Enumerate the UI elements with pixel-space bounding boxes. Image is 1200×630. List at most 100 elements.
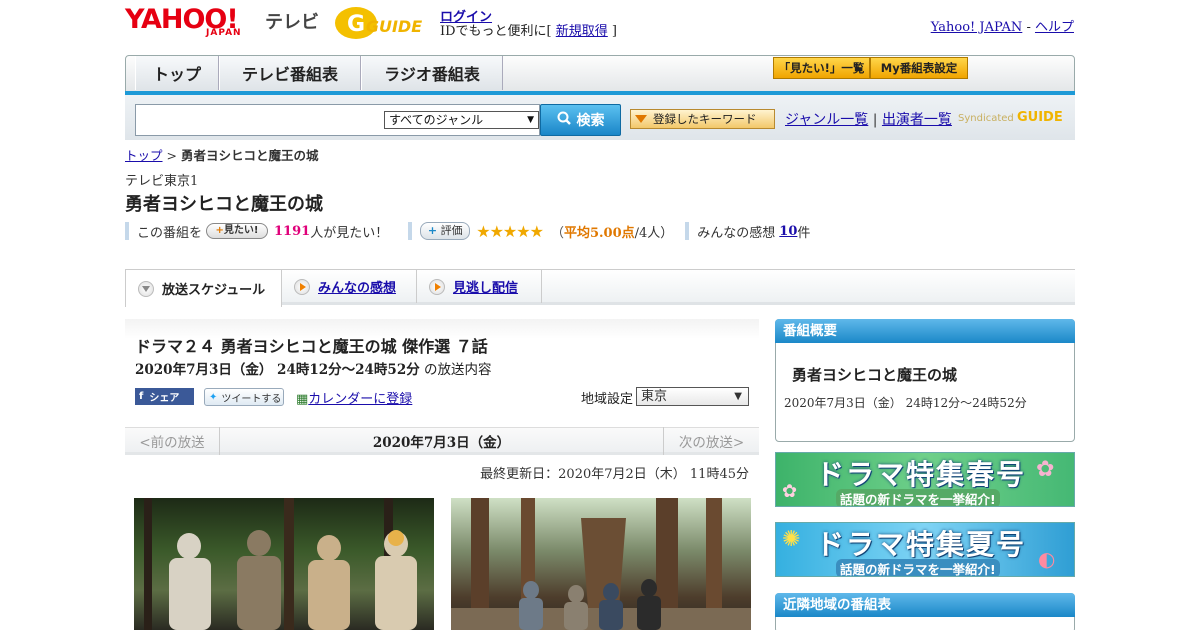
flower-icon: ✿ [782, 481, 798, 502]
login-prefix: IDでもっと便利に[ [440, 24, 556, 39]
plus-icon: + [215, 225, 224, 236]
keyword-button[interactable]: 登録したキーワード [630, 109, 775, 129]
yahoo-japan-link[interactable]: Yahoo! JAPAN [931, 20, 1023, 35]
reviews-prefix: みんなの感想 [697, 225, 776, 241]
tab-reviews[interactable]: みんなの感想 [282, 270, 417, 303]
yahoo-logo-japan: JAPAN [206, 28, 242, 38]
search-icon [557, 111, 571, 129]
drama-spring-banner[interactable]: ✿ ✿ ドラマ特集春号 話題の新ドラマを一挙紹介! [775, 452, 1075, 507]
rating-button-label: 評価 [440, 224, 463, 237]
region-label: 地域設定 [581, 392, 634, 407]
program-summary-title: 勇者ヨシヒコと魔王の城 [792, 366, 958, 384]
drama-summer-banner[interactable]: ✺ ◐ ドラマ特集夏号 話題の新ドラマを一挙紹介! [775, 522, 1075, 577]
tab-reviews-label: みんなの感想 [318, 281, 397, 296]
calendar-icon: ▦ [296, 392, 309, 407]
syndicated-label: Syndicated [958, 113, 1014, 124]
breadcrumb-top-link[interactable]: トップ [125, 148, 163, 163]
program-summary-heading: 番組概要 [775, 319, 1075, 343]
cast-list-link[interactable]: 出演者一覧 [882, 112, 952, 128]
chevron-down-icon: ▼ [527, 115, 534, 125]
gguide-logo[interactable]: G GUIDE [334, 6, 430, 40]
nearby-schedule-heading: 近隣地域の番組表 [775, 593, 1075, 617]
twitter-icon: ✦ [209, 391, 218, 403]
next-broadcast-link[interactable]: 次の放送> [663, 427, 759, 455]
mitai-count: 1191 [274, 223, 311, 239]
episode-datetime: 2020年7月3日（金） 24時12分～24時52分 の放送内容 [135, 358, 492, 378]
search-button[interactable]: 検索 [540, 104, 621, 136]
mitai-suffix: 人が見たい！ [310, 225, 389, 241]
mitai-button[interactable]: +見たい! [206, 223, 269, 239]
flower-icon: ✿ [1036, 457, 1055, 482]
register-link[interactable]: 新規取得 [556, 24, 608, 39]
syndicated-gguide: Syndicated GUIDE [958, 110, 1063, 125]
tweet-label: ツイートする [221, 393, 282, 405]
calendar-register[interactable]: ▦カレンダーに登録 [296, 388, 412, 407]
mitai-prefix: この番組を [137, 225, 203, 241]
play-icon [294, 278, 310, 295]
plus-icon: + [427, 224, 438, 237]
genre-list-link[interactable]: ジャンル一覧 [785, 112, 868, 128]
fan-icon: ◐ [1038, 547, 1056, 571]
drama-summer-banner-sub: 話題の新ドラマを一挙紹介! [836, 559, 1000, 576]
rating-people: /4人） [634, 225, 674, 241]
rating-stars: ★★★★★ [476, 221, 544, 241]
nav-tab-top[interactable]: トップ [135, 56, 219, 90]
drama-spring-banner-title: ドラマ特集春号 [816, 458, 1027, 491]
rating-open: （ [550, 225, 564, 241]
calendar-link[interactable]: カレンダーに登録 [308, 392, 412, 407]
meta-divider [408, 222, 413, 240]
prev-broadcast-link[interactable]: <前の放送 [125, 427, 220, 455]
facebook-share-button[interactable]: f シェア [135, 388, 194, 405]
tweet-button[interactable]: ✦ ツイートする [204, 388, 284, 406]
gguide-logo-text: GUIDE [366, 17, 422, 36]
station-name: テレビ東京1 [125, 174, 199, 189]
search-links-divider: | [868, 112, 882, 128]
sun-icon: ✺ [782, 527, 801, 552]
breadcrumb: トップ > 勇者ヨシヒコと魔王の城 [125, 145, 318, 164]
mitai-button-label: 見たい! [223, 225, 259, 236]
tab-stream[interactable]: 見逃し配信 [417, 270, 542, 303]
nav-tab-radio-schedule[interactable]: ラジオ番組表 [361, 56, 503, 90]
mitai-list-button[interactable]: 「見たい!」一覧 [773, 57, 870, 79]
facebook-icon: f [139, 391, 144, 402]
episode-datetime-suffix: の放送内容 [424, 362, 492, 378]
tab-schedule-label: 放送スケジュール [162, 283, 266, 298]
region-select[interactable]: 東京 ▼ [636, 387, 749, 406]
top-links-separator: - [1022, 20, 1035, 35]
login-suffix: ] [607, 24, 617, 39]
top-links: Yahoo! JAPAN - ヘルプ [931, 16, 1074, 35]
episode-title: ドラマ２４ 勇者ヨシヒコと魔王の城 傑作選 ７話 [135, 337, 488, 356]
chevron-down-icon: ▼ [734, 391, 742, 402]
syndicated-gguide-text: GUIDE [1016, 110, 1063, 125]
current-broadcast-date: 2020年7月3日（金） [372, 435, 511, 451]
tv-logo-text: テレビ [265, 12, 319, 33]
genre-select[interactable]: すべてのジャンル ▼ [384, 111, 539, 129]
breadcrumb-separator: > [162, 148, 181, 163]
tab-schedule[interactable]: 放送スケジュール [125, 270, 282, 307]
chevron-down-icon [138, 280, 154, 297]
search-button-label: 検索 [576, 113, 605, 129]
rating-button[interactable]: + 評価 [420, 222, 471, 240]
episode-photo-2 [451, 498, 751, 630]
my-schedule-button[interactable]: My番組表設定 [870, 57, 968, 79]
share-label: シェア [149, 393, 180, 404]
meta-divider [125, 222, 129, 240]
drama-summer-banner-title: ドラマ特集夏号 [816, 528, 1027, 561]
episode-datetime-value: 2020年7月3日（金） 24時12分～24時52分 [135, 362, 420, 378]
program-meta-row: この番組を +見たい! 1191 人が見たい！ + 評価 ★★★★★ （ 平均5… [125, 220, 810, 242]
svg-text:G: G [347, 12, 365, 37]
keyword-button-label: 登録したキーワード [653, 112, 757, 126]
reviews-suffix: 件 [797, 225, 811, 241]
nav-tab-tv-schedule[interactable]: テレビ番組表 [219, 56, 361, 90]
episode-photo-1 [134, 498, 434, 630]
region-select-value: 東京 [641, 389, 668, 404]
breadcrumb-current: 勇者ヨシヒコと魔王の城 [180, 148, 319, 163]
play-icon [429, 278, 445, 295]
tab-stream-label: 見逃し配信 [453, 281, 519, 296]
reviews-count-link[interactable]: 10 [779, 224, 797, 239]
rating-average: 平均5.00点 [563, 225, 635, 241]
search-links: ジャンル一覧 | 出演者一覧 [785, 109, 952, 129]
arrow-down-icon [635, 115, 647, 123]
help-link[interactable]: ヘルプ [1035, 20, 1074, 35]
drama-spring-banner-sub: 話題の新ドラマを一挙紹介! [836, 489, 1000, 506]
